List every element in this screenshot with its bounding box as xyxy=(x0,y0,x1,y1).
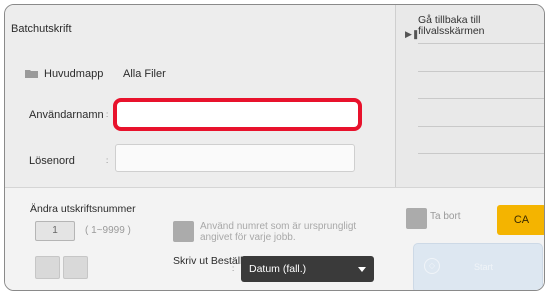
side-divider xyxy=(418,126,544,127)
print-number-field[interactable]: 1 xyxy=(35,221,75,241)
side-panel: ▶❚ Gå tillbaka till filvalsskärmen xyxy=(395,5,544,187)
print-options-area: Ändra utskriftsnummer 1 ( 1~9999 ) Använ… xyxy=(5,187,544,290)
print-order-select[interactable]: Datum (fall.) xyxy=(241,256,374,282)
start-icon: ◇ xyxy=(424,258,440,274)
start-button[interactable]: ◇ Start xyxy=(413,243,543,290)
increment-button[interactable] xyxy=(63,256,88,279)
username-label: Användarnamn xyxy=(29,109,104,121)
username-field[interactable] xyxy=(113,98,362,131)
side-divider xyxy=(418,43,544,44)
folder-label: Huvudmapp xyxy=(44,68,104,80)
folder-value: Alla Filer xyxy=(123,68,166,80)
delete-label: Ta bort xyxy=(430,211,461,222)
back-to-file-selection-button[interactable]: Gå tillbaka till filvalsskärmen xyxy=(418,15,538,37)
main-area: Batchutskrift Huvudmapp Alla Filer Använ… xyxy=(5,5,395,187)
change-print-number-label: Ändra utskriftsnummer xyxy=(30,203,136,215)
decrement-button[interactable] xyxy=(35,256,60,279)
ca-button[interactable]: CA xyxy=(497,205,544,235)
delete-checkbox[interactable] xyxy=(406,208,427,229)
username-colon: : xyxy=(106,110,109,119)
password-label: Lösenord xyxy=(29,155,75,167)
batch-print-panel: Batchutskrift Huvudmapp Alla Filer Använ… xyxy=(4,4,545,291)
side-divider xyxy=(418,71,544,72)
use-original-number-checkbox[interactable] xyxy=(173,221,194,242)
folder-icon xyxy=(25,70,38,78)
print-order-colon: : xyxy=(232,264,235,273)
print-order-value: Datum (fall.) xyxy=(249,263,307,275)
start-label: Start xyxy=(474,262,494,272)
password-colon: : xyxy=(106,156,109,165)
print-number-range: ( 1~9999 ) xyxy=(85,225,131,236)
page-title: Batchutskrift xyxy=(11,23,72,35)
use-original-number-label: Använd numret som är ursprungligt angive… xyxy=(200,221,357,243)
chevron-down-icon xyxy=(358,267,366,272)
password-field[interactable] xyxy=(115,144,355,172)
side-divider xyxy=(418,98,544,99)
side-divider xyxy=(418,153,544,154)
